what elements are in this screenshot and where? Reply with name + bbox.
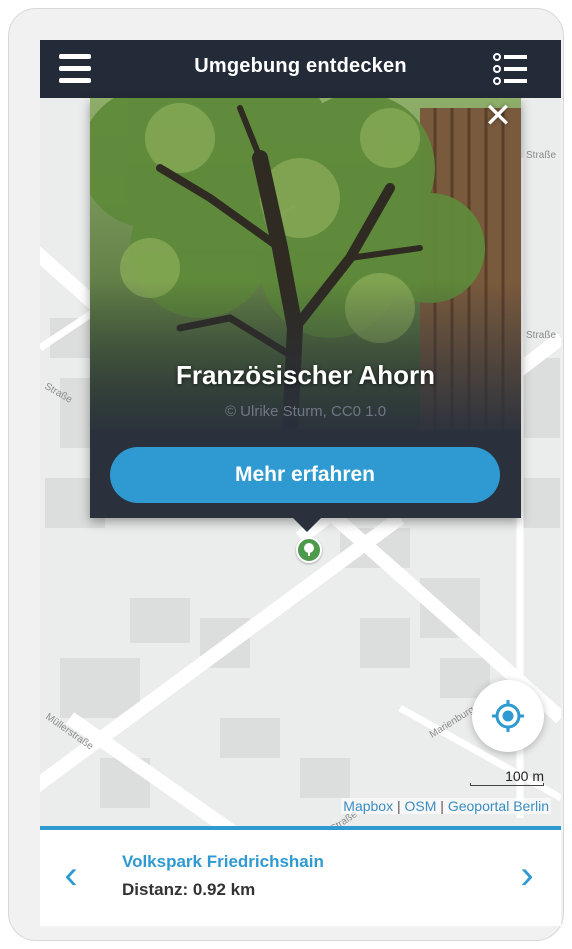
scale-bar xyxy=(470,783,544,786)
park-navigator: ‹ Volkspark Friedrichshain Distanz: 0.92… xyxy=(40,826,561,926)
mapbox-link[interactable]: Mapbox xyxy=(343,798,393,814)
tree-marker-icon[interactable] xyxy=(296,537,322,563)
geoportal-link[interactable]: Geoportal Berlin xyxy=(448,798,549,814)
attribution-separator: | xyxy=(440,798,444,814)
park-distance: Distanz: 0.92 km xyxy=(122,880,256,899)
close-icon[interactable]: ✕ xyxy=(481,99,515,134)
map-attribution: Mapbox | OSM | Geoportal Berlin xyxy=(341,798,551,814)
app-header: Umgebung entdecken xyxy=(40,40,561,98)
scale-label: 100 m xyxy=(505,768,544,784)
app-screen: Straße Straße Straße Marienburger Straße… xyxy=(40,40,561,926)
chevron-left-icon[interactable]: ‹ xyxy=(58,855,84,896)
popup-pointer xyxy=(293,518,321,532)
list-icon[interactable] xyxy=(493,53,527,85)
photo-credit: © Ulrike Sturm, CC0 1.0 xyxy=(224,403,387,420)
street-label: Straße xyxy=(526,330,556,341)
crosshair-icon xyxy=(492,700,524,732)
tree-name: Französischer Ahorn xyxy=(175,360,436,390)
street-label: Straße xyxy=(526,150,556,161)
tree-info-popup: ✕ Französischer Ahorn © Ulrike Sturm, CC… xyxy=(90,98,521,518)
attribution-separator: | xyxy=(396,798,401,814)
park-name[interactable]: Volkspark Friedrichshain xyxy=(122,852,324,872)
learn-more-button[interactable]: Mehr erfahren xyxy=(110,447,500,503)
map-scale: 100 m xyxy=(470,768,544,786)
osm-link[interactable]: OSM xyxy=(405,798,437,814)
locate-me-button[interactable] xyxy=(472,680,544,752)
page-title: Umgebung entdecken xyxy=(194,55,407,77)
chevron-right-icon[interactable]: › xyxy=(514,855,540,896)
